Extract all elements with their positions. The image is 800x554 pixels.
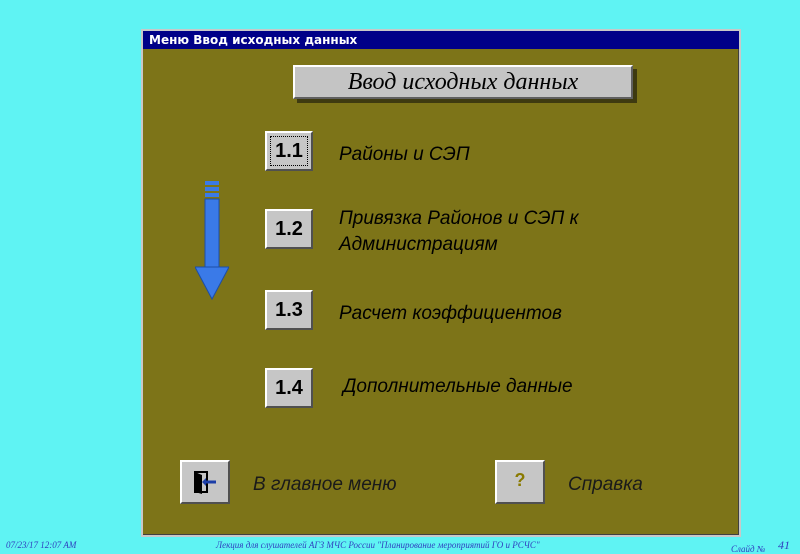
menu-label-1-4: Дополнительные данные xyxy=(343,376,573,397)
menu-button-1-1[interactable]: 1.1 xyxy=(265,131,313,171)
menu-label-1-1: Районы и СЭП xyxy=(339,144,470,165)
help-icon: ? xyxy=(514,470,526,490)
menu-button-1-3[interactable]: 1.3 xyxy=(265,290,313,330)
menu-label-1-2-line1: Привязка Районов и СЭП к xyxy=(339,208,579,229)
menu-button-1-2[interactable]: 1.2 xyxy=(265,209,313,249)
down-arrow-icon xyxy=(195,181,229,301)
exit-door-icon xyxy=(194,471,216,494)
help-label: Справка xyxy=(568,474,643,495)
menu-label-1-3: Расчет коэффициентов xyxy=(339,303,562,324)
footer-lecture: Лекция для слушателей АГЗ МЧС России "Пл… xyxy=(216,540,540,550)
footer-slide-number: 41 xyxy=(778,538,790,552)
menu-label-1-2-line2: Администрациям xyxy=(339,234,498,255)
footer-datetime: 07/23/17 12:07 AM xyxy=(6,540,77,550)
help-button[interactable]: ? xyxy=(495,460,545,504)
page-heading: Ввод исходных данных xyxy=(293,65,633,99)
main-menu-label: В главное меню xyxy=(253,474,397,495)
main-window: Меню Ввод исходных данных Ввод исходных … xyxy=(141,29,741,537)
menu-button-1-4[interactable]: 1.4 xyxy=(265,368,313,408)
window-title: Меню Ввод исходных данных xyxy=(143,31,739,49)
main-menu-button[interactable] xyxy=(180,460,230,504)
